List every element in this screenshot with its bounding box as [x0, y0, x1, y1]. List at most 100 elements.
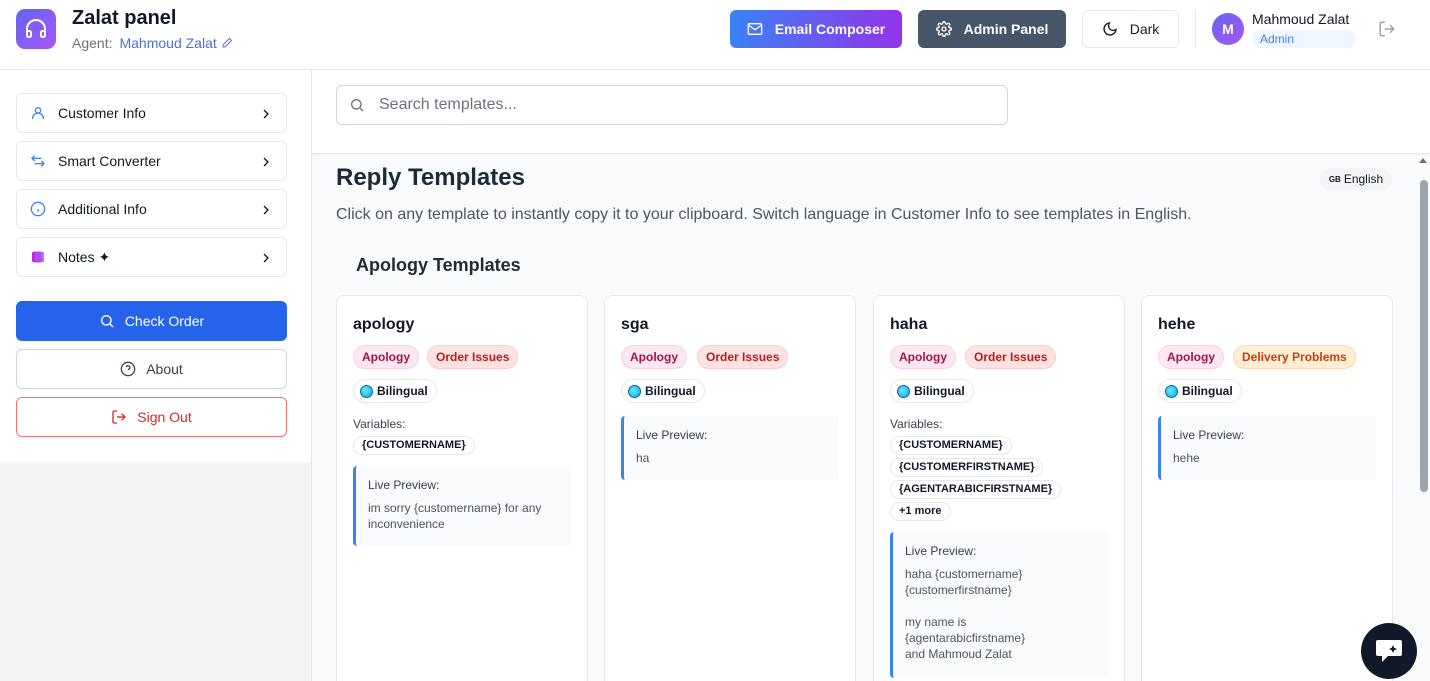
logout-icon[interactable] — [1378, 20, 1396, 38]
agent-name-edit[interactable]: Mahmoud Zalat — [119, 35, 232, 51]
sidebar-item-label: Customer Info — [58, 105, 146, 121]
gear-icon — [935, 21, 952, 37]
top-header: Zalat panel Agent: Mahmoud Zalat Email C… — [0, 0, 1430, 70]
category-tag: Apology — [1158, 345, 1224, 369]
category-tag: Order Issues — [697, 345, 789, 369]
bilingual-badge: Bilingual — [1158, 379, 1242, 403]
bilingual-badge: Bilingual — [621, 379, 705, 403]
live-preview: Live Preview: im sorry {customername} fo… — [353, 466, 571, 546]
template-card-apology[interactable]: apology Apology Order Issues Bilingual V… — [336, 295, 588, 681]
bilingual-label: Bilingual — [645, 384, 696, 398]
user-icon — [29, 105, 46, 122]
user-name: Mahmoud Zalat — [1252, 11, 1350, 27]
mail-icon — [747, 23, 763, 35]
email-composer-label: Email Composer — [774, 21, 886, 37]
template-card-sga[interactable]: sga Apology Order Issues Bilingual Live … — [604, 295, 856, 681]
agent-name: Mahmoud Zalat — [119, 35, 217, 51]
chat-button[interactable] — [1361, 623, 1417, 679]
scroll-up-arrow-icon[interactable] — [1419, 158, 1427, 163]
about-button[interactable]: About — [16, 349, 287, 389]
check-order-button[interactable]: Check Order — [16, 301, 287, 341]
bilingual-label: Bilingual — [1182, 384, 1233, 398]
sidebar-item-notes[interactable]: Notes ✦ — [16, 237, 287, 277]
sign-out-label: Sign Out — [137, 409, 192, 425]
bilingual-badge: Bilingual — [353, 379, 437, 403]
chevron-right-icon — [263, 205, 269, 215]
about-label: About — [146, 361, 183, 377]
preview-text: im sorry {customername} for any inconven… — [368, 501, 542, 531]
header-divider — [1195, 10, 1196, 48]
template-card-haha[interactable]: haha Apology Order Issues Bilingual Vari… — [873, 295, 1125, 681]
sidebar-background — [0, 462, 311, 681]
chevron-right-icon — [263, 253, 269, 263]
logout-icon — [112, 410, 127, 424]
bilingual-label: Bilingual — [377, 384, 428, 398]
search-icon — [351, 99, 364, 112]
category-tag: Apology — [890, 345, 956, 369]
category-tag: Order Issues — [965, 345, 1057, 369]
preview-text: haha {customername} {customerfirstname} … — [905, 567, 1026, 661]
language-badge[interactable]: GB English — [1320, 168, 1392, 190]
globe-icon — [1165, 384, 1178, 398]
avatar[interactable]: M — [1212, 13, 1244, 45]
dark-mode-toggle[interactable]: Dark — [1082, 10, 1179, 48]
template-title: apology — [353, 316, 415, 333]
preview-label: Live Preview: — [368, 478, 440, 492]
live-preview: Live Preview: haha {customername} {custo… — [890, 532, 1108, 678]
chat-bubble-icon — [1376, 640, 1402, 662]
chevron-right-icon — [263, 157, 269, 167]
agent-label: Agent: — [72, 35, 113, 51]
search-input[interactable] — [379, 96, 979, 114]
category-tag: Apology — [621, 345, 687, 369]
variables-label: Variables: — [353, 417, 406, 431]
search-box[interactable] — [336, 85, 1008, 125]
search-icon — [100, 315, 114, 328]
sign-out-button[interactable]: Sign Out — [16, 397, 287, 437]
page-title: Reply Templates — [336, 164, 525, 191]
preview-label: Live Preview: — [905, 544, 977, 558]
category-tag: Delivery Problems — [1233, 345, 1356, 369]
live-preview: Live Preview: ha — [621, 416, 839, 480]
template-title: haha — [890, 316, 928, 333]
check-order-label: Check Order — [124, 313, 205, 329]
help-circle-icon — [120, 361, 136, 377]
template-card-hehe[interactable]: hehe Apology Delivery Problems Bilingual… — [1141, 295, 1393, 681]
preview-text: ha — [636, 451, 650, 465]
preview-label: Live Preview: — [636, 428, 708, 442]
template-title: sga — [621, 316, 649, 333]
variable-chip: {AGENTARABICFIRSTNAME} — [890, 480, 1062, 499]
sidebar-item-label: Notes ✦ — [58, 248, 111, 265]
sidebar-item-label: Smart Converter — [58, 153, 161, 169]
variable-chip: {CUSTOMERNAME} — [353, 436, 475, 455]
more-variables-chip[interactable]: +1 more — [890, 502, 951, 521]
template-title: hehe — [1158, 316, 1196, 333]
admin-panel-button[interactable]: Admin Panel — [918, 10, 1066, 48]
variables-label: Variables: — [890, 417, 943, 431]
variable-chip: {CUSTOMERNAME} — [890, 436, 1012, 455]
globe-icon — [628, 384, 641, 398]
notes-icon — [29, 249, 46, 266]
moon-icon — [1103, 22, 1117, 36]
admin-panel-label: Admin Panel — [963, 21, 1049, 37]
pencil-icon — [222, 37, 232, 48]
scrollbar-thumb[interactable] — [1420, 180, 1428, 492]
category-tag: Apology — [353, 345, 419, 369]
globe-icon — [360, 384, 373, 398]
sidebar-item-smart-converter[interactable]: Smart Converter — [16, 141, 287, 181]
headset-logo-icon — [16, 9, 56, 49]
page-description: Click on any template to instantly copy … — [336, 206, 1192, 223]
bilingual-badge: Bilingual — [890, 379, 974, 403]
bilingual-label: Bilingual — [914, 384, 965, 398]
email-composer-button[interactable]: Email Composer — [730, 10, 902, 48]
theme-label: Dark — [1129, 21, 1160, 37]
sidebar-item-additional-info[interactable]: Additional Info — [16, 189, 287, 229]
role-badge: Admin — [1252, 30, 1356, 48]
sidebar-item-label: Additional Info — [58, 201, 147, 217]
sidebar-item-customer-info[interactable]: Customer Info — [16, 93, 287, 133]
preview-text: hehe — [1173, 451, 1200, 465]
flag-icon: GB — [1328, 174, 1341, 184]
arrows-icon — [29, 153, 46, 170]
section-title: Apology Templates — [356, 255, 521, 275]
app-title: Zalat panel — [72, 7, 177, 29]
language-label: English — [1343, 172, 1384, 186]
